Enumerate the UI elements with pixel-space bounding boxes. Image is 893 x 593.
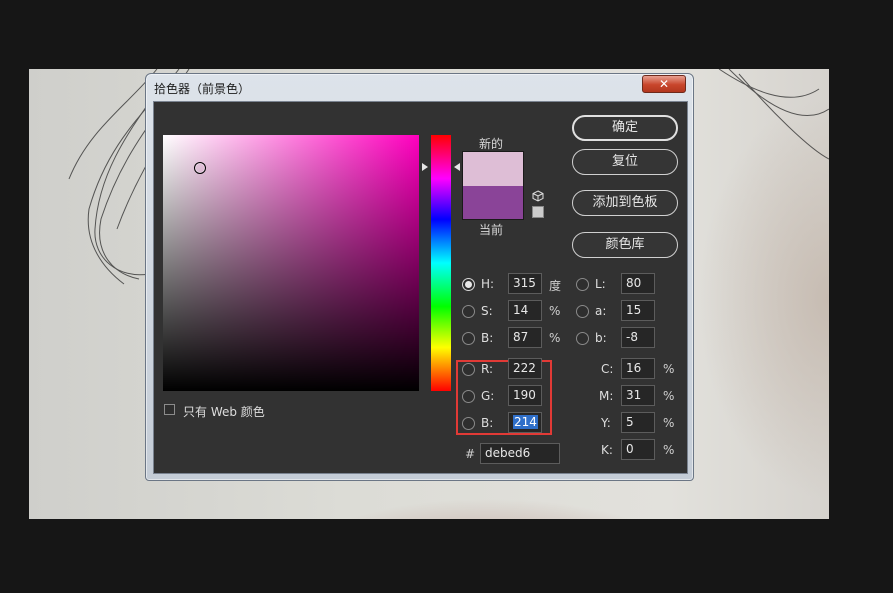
black-input[interactable]: 0 [621,439,655,460]
red-label: R: [481,362,494,376]
blue-input-selected-text: 214 [513,415,538,429]
hex-label: # [465,447,476,461]
saturation-input[interactable]: 14 [508,300,542,321]
lab-a-input[interactable]: 15 [621,300,655,321]
color-libraries-button[interactable]: 颜色库 [572,232,678,258]
current-color-swatch[interactable] [463,186,523,219]
magenta-unit: % [663,389,675,403]
websafe-cube-icon[interactable] [532,190,544,202]
green-label: G: [481,389,495,403]
lab-b-input[interactable]: -8 [621,327,655,348]
brightness-label: B: [481,331,494,345]
black-label: K: [601,443,613,457]
new-color-label: 新的 [479,137,504,151]
radio-blue[interactable] [462,417,475,430]
hue-slider-left-arrow-icon[interactable] [422,163,428,171]
hex-input[interactable]: debed6 [480,443,560,464]
radio-lab-l[interactable] [576,278,589,291]
dialog-body: 新的 当前 确定 复位 添加到色板 颜色库 H: 315 度 S: 14 % B… [153,101,688,474]
hue-input[interactable]: 315 [508,273,542,294]
lab-a-label: a: [595,304,607,318]
ok-button[interactable]: 确定 [572,115,678,141]
radio-lab-a[interactable] [576,305,589,318]
hue-label: H: [481,277,495,291]
magenta-input[interactable]: 31 [621,385,655,406]
cyan-label: C: [601,362,614,376]
lab-l-input[interactable]: 80 [621,273,655,294]
close-button[interactable]: ✕ [642,75,686,93]
radio-brightness[interactable] [462,332,475,345]
web-colors-only-checkbox[interactable] [164,404,175,415]
dialog-title: 拾色器（前景色） [154,82,251,96]
websafe-color-swatch[interactable] [532,206,544,218]
yellow-unit: % [663,416,675,430]
blue-input[interactable]: 214 [508,412,542,433]
yellow-label: Y: [601,416,611,430]
saturation-unit: % [549,304,561,318]
radio-lab-b[interactable] [576,332,589,345]
cyan-input[interactable]: 16 [621,358,655,379]
yellow-input[interactable]: 5 [621,412,655,433]
add-to-swatches-button[interactable]: 添加到色板 [572,190,678,216]
new-color-swatch [463,152,523,186]
cyan-unit: % [663,362,675,376]
blue-label: B: [481,416,494,430]
radio-saturation[interactable] [462,305,475,318]
web-colors-only-label: 只有 Web 颜色 [183,405,265,419]
radio-green[interactable] [462,390,475,403]
color-picker-dialog: 拾色器（前景色） ✕ 新的 当前 确定 复位 添加到色板 颜色库 H: 315 … [145,73,694,481]
lab-b-label: b: [595,331,607,345]
red-input[interactable]: 222 [508,358,542,379]
color-preview [462,151,524,220]
radio-red[interactable] [462,363,475,376]
radio-hue[interactable] [462,278,475,291]
hue-slider-right-arrow-icon[interactable] [454,163,460,171]
lab-l-label: L: [595,277,606,291]
hue-slider[interactable] [431,135,451,391]
saturation-label: S: [481,304,493,318]
color-field[interactable] [163,135,419,391]
reset-button[interactable]: 复位 [572,149,678,175]
magenta-label: M: [599,389,614,403]
green-input[interactable]: 190 [508,385,542,406]
hue-unit: 度 [549,279,562,293]
brightness-input[interactable]: 87 [508,327,542,348]
color-field-cursor[interactable] [194,162,206,174]
brightness-unit: % [549,331,561,345]
black-unit: % [663,443,675,457]
current-color-label: 当前 [479,223,504,237]
